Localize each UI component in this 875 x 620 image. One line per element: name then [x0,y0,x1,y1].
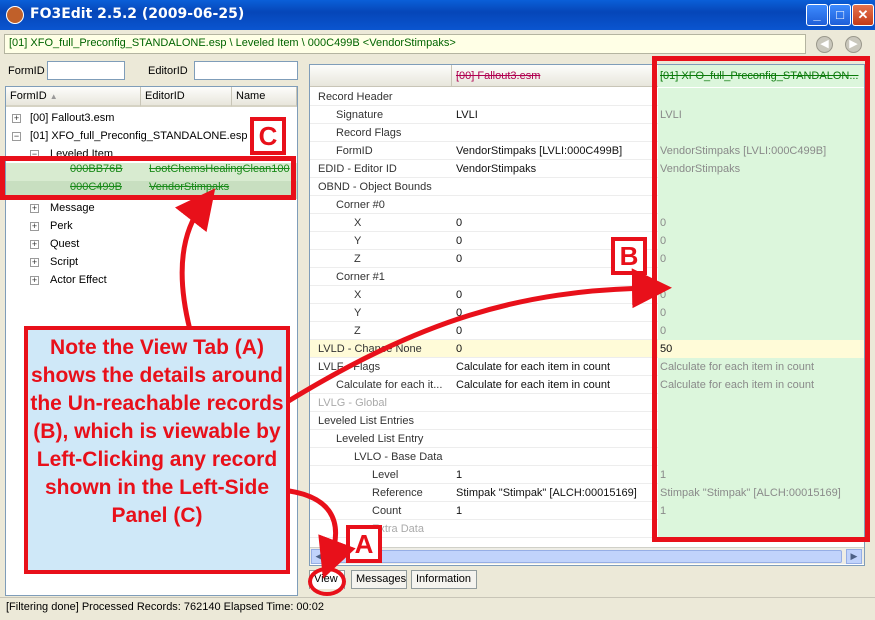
arrow-to-a [281,487,356,579]
arrow-to-b [280,268,672,408]
arrow-to-c [174,188,216,331]
annotation-callout: Note the View Tab (A) shows the details … [24,326,290,574]
